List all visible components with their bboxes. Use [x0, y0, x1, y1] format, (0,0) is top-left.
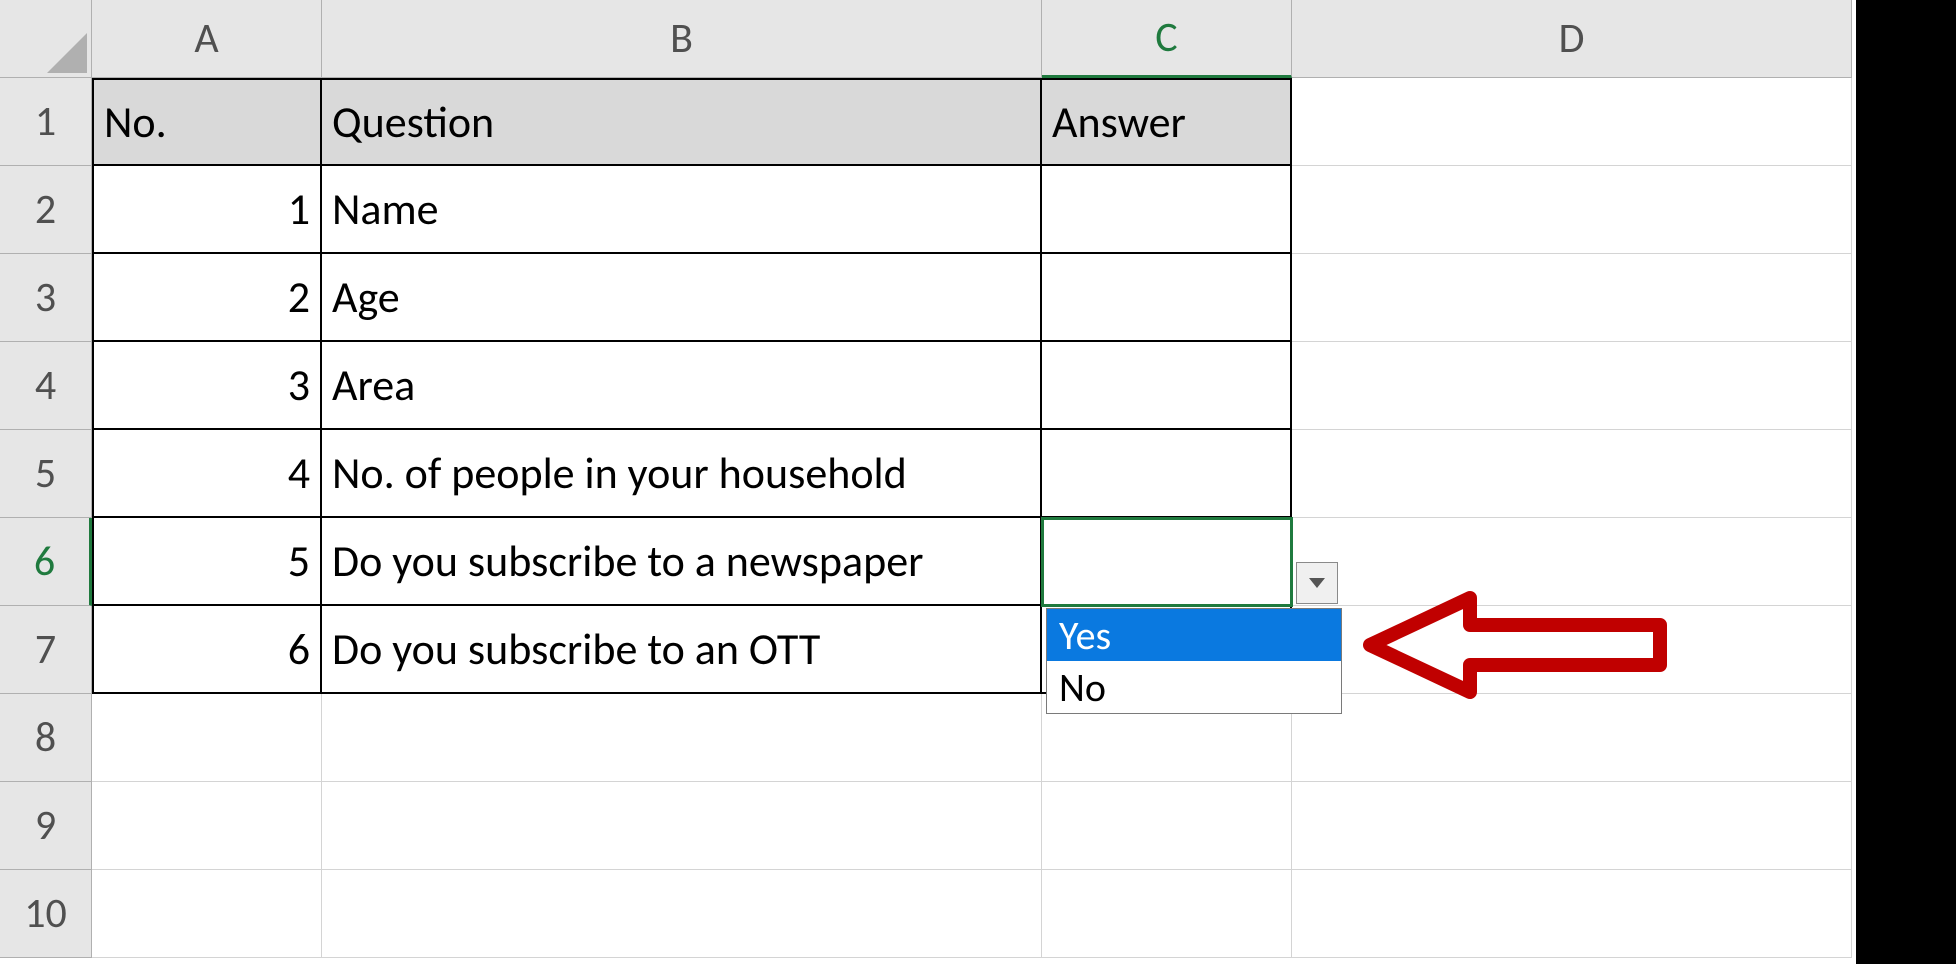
cell-A7[interactable]: 6 [92, 606, 322, 694]
annotation-arrow-icon [1350, 590, 1670, 700]
cell-D3[interactable] [1292, 254, 1852, 342]
cell-C6[interactable] [1042, 518, 1292, 606]
data-validation-dropdown-list: Yes No [1046, 608, 1342, 714]
cell-B2[interactable]: Name [322, 166, 1042, 254]
cell-C3[interactable] [1042, 254, 1292, 342]
cell-A3[interactable]: 2 [92, 254, 322, 342]
cell-C4[interactable] [1042, 342, 1292, 430]
cell-A2[interactable]: 1 [92, 166, 322, 254]
select-all-triangle-icon [47, 33, 87, 73]
cell-B8[interactable] [322, 694, 1042, 782]
row-header-4[interactable]: 4 [0, 342, 92, 430]
data-validation-dropdown-button[interactable] [1296, 562, 1338, 604]
cell-D9[interactable] [1292, 782, 1852, 870]
row-header-10[interactable]: 10 [0, 870, 92, 958]
cell-A9[interactable] [92, 782, 322, 870]
row-header-1[interactable]: 1 [0, 78, 92, 166]
cell-B6[interactable]: Do you subscribe to a newspaper [322, 518, 1042, 606]
cell-A1[interactable]: No. [92, 78, 322, 166]
row-header-9[interactable]: 9 [0, 782, 92, 870]
dropdown-option-no[interactable]: No [1047, 661, 1341, 713]
cell-C9[interactable] [1042, 782, 1292, 870]
row-header-8[interactable]: 8 [0, 694, 92, 782]
cell-A4[interactable]: 3 [92, 342, 322, 430]
cell-B3[interactable]: Age [322, 254, 1042, 342]
column-header-D[interactable]: D [1292, 0, 1852, 78]
row-header-3[interactable]: 3 [0, 254, 92, 342]
cell-D2[interactable] [1292, 166, 1852, 254]
row-header-7[interactable]: 7 [0, 606, 92, 694]
cell-B1[interactable]: Question [322, 78, 1042, 166]
cell-B9[interactable] [322, 782, 1042, 870]
cell-A8[interactable] [92, 694, 322, 782]
column-header-B[interactable]: B [322, 0, 1042, 78]
row-header-5[interactable]: 5 [0, 430, 92, 518]
cell-A10[interactable] [92, 870, 322, 958]
chevron-down-icon [1307, 576, 1327, 590]
cell-C1[interactable]: Answer [1042, 78, 1292, 166]
row-header-6[interactable]: 6 [0, 518, 92, 606]
cell-B10[interactable] [322, 870, 1042, 958]
cell-C10[interactable] [1042, 870, 1292, 958]
column-header-A[interactable]: A [92, 0, 322, 78]
crop-edge [1856, 0, 1956, 964]
cell-A6[interactable]: 5 [92, 518, 322, 606]
cell-D5[interactable] [1292, 430, 1852, 518]
cell-A5[interactable]: 4 [92, 430, 322, 518]
cell-D10[interactable] [1292, 870, 1852, 958]
column-header-C[interactable]: C [1042, 0, 1292, 78]
cell-B7[interactable]: Do you subscribe to an OTT [322, 606, 1042, 694]
cell-D1[interactable] [1292, 78, 1852, 166]
row-header-2[interactable]: 2 [0, 166, 92, 254]
spreadsheet: A B C D 1 2 3 4 5 6 7 8 9 10 No. Questio… [0, 0, 1956, 964]
cell-B4[interactable]: Area [322, 342, 1042, 430]
column-headers: A B C D [0, 0, 1852, 78]
cell-C5[interactable] [1042, 430, 1292, 518]
select-all-corner[interactable] [0, 0, 92, 78]
cell-C2[interactable] [1042, 166, 1292, 254]
cell-D4[interactable] [1292, 342, 1852, 430]
dropdown-option-yes[interactable]: Yes [1047, 609, 1341, 661]
cell-B5[interactable]: No. of people in your household [322, 430, 1042, 518]
cell-D8[interactable] [1292, 694, 1852, 782]
